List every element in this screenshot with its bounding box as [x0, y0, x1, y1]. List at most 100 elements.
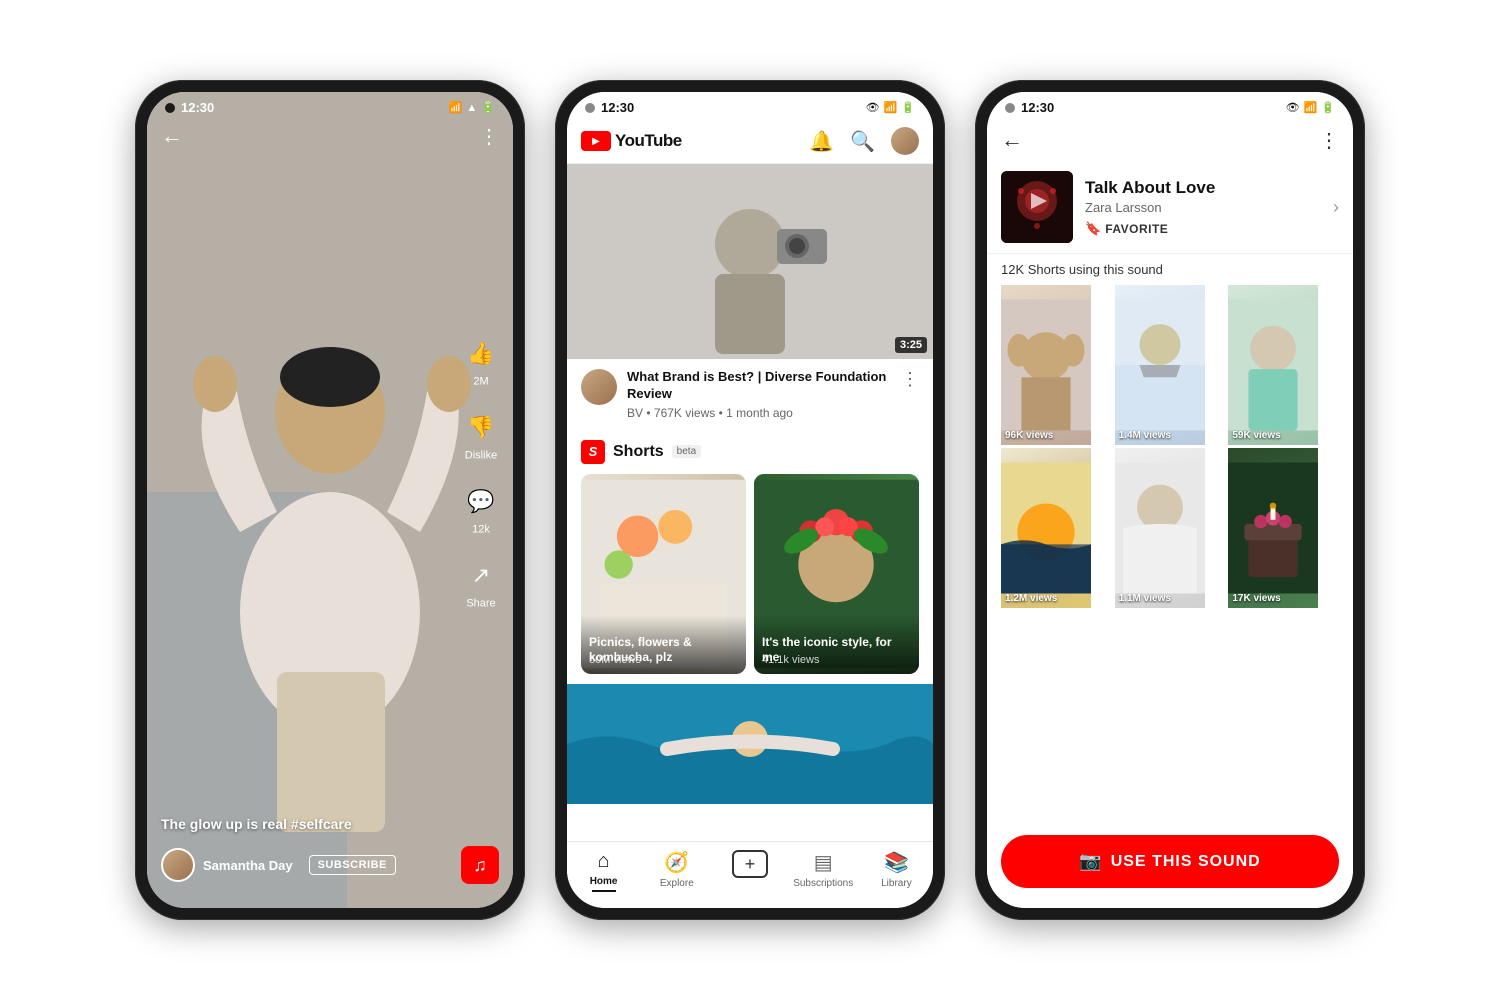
subscriptions-label: Subscriptions: [793, 878, 853, 889]
shorts-bottom: The glow up is real #selfcare Samantha D…: [147, 816, 513, 908]
video-views: 767K views • 1 month ago: [654, 406, 793, 420]
grid-item-1[interactable]: 96K views: [1001, 285, 1091, 445]
swim-video-thumb[interactable]: [567, 684, 933, 804]
avatar-1: [161, 848, 195, 882]
album-art: [1001, 171, 1073, 243]
user-avatar-yt[interactable]: [891, 127, 919, 155]
grid-item-6[interactable]: 17K views: [1228, 448, 1318, 608]
thumbs-down-icon: 👎: [463, 410, 499, 446]
active-indicator: [592, 890, 616, 892]
explore-label: Explore: [660, 878, 694, 889]
subscribe-button[interactable]: SUBSCRIBE: [309, 855, 396, 875]
short-1-views: 50M views: [589, 654, 641, 666]
status-icons-2: 👁 📶 🔋: [866, 101, 915, 114]
nav-explore[interactable]: 🧭 Explore: [640, 850, 713, 892]
share-icon: ↗: [463, 558, 499, 594]
shorts-beta-badge: beta: [672, 445, 701, 458]
eye-icon: 👁: [866, 101, 880, 114]
grid-views-3: 59K views: [1232, 430, 1280, 441]
status-bar-3: 12:30 👁 📶 🔋: [987, 92, 1353, 119]
like-button[interactable]: 👍 2M: [463, 336, 499, 388]
video-more-button[interactable]: ⋮: [901, 369, 919, 390]
wifi-icon-2: 📶: [884, 101, 898, 114]
time-1: 12:30: [181, 100, 214, 115]
battery-icon: 🔋: [481, 101, 495, 114]
back-button[interactable]: ←: [161, 123, 183, 149]
nav-add[interactable]: +: [713, 850, 786, 892]
use-sound-bar: 📷 USE THIS SOUND: [987, 825, 1353, 908]
video-info: What Brand is Best? | Diverse Foundation…: [567, 359, 933, 430]
dislike-button[interactable]: 👎 Dislike: [463, 410, 499, 462]
eye-icon-3: 👁: [1286, 101, 1300, 114]
youtube-header: ▶ YouTube 🔔 🔍: [567, 119, 933, 164]
back-button-3[interactable]: ←: [1001, 127, 1023, 153]
channel-avatar: [581, 369, 617, 405]
more-button-3[interactable]: ⋮: [1319, 128, 1339, 153]
more-button[interactable]: ⋮: [479, 124, 499, 149]
short-thumb-1: Picnics, flowers & kombucha, plz 50M vie…: [581, 474, 746, 674]
share-button[interactable]: ↗ Share: [463, 558, 499, 610]
phone-2: 12:30 👁 📶 🔋 ▶ YouTube 🔔 🔍: [555, 80, 945, 920]
nav-home[interactable]: ⌂ Home: [567, 850, 640, 892]
user-info: Samantha Day SUBSCRIBE: [161, 848, 396, 882]
nav-subscriptions[interactable]: ▤ Subscriptions: [787, 850, 860, 892]
bell-icon[interactable]: 🔔: [809, 129, 834, 154]
youtube-icon: ▶: [581, 131, 611, 151]
shorts-grid: Picnics, flowers & kombucha, plz 50M vie…: [581, 474, 919, 674]
sound-count: 12K Shorts using this sound: [987, 254, 1353, 285]
video-meta: What Brand is Best? | Diverse Foundation…: [627, 369, 891, 420]
library-label: Library: [881, 878, 912, 889]
sound-info: Talk About Love Zara Larsson 🔖 FAVORITE: [1085, 178, 1321, 237]
use-sound-button[interactable]: 📷 USE THIS SOUND: [1001, 835, 1339, 888]
grid-item-4[interactable]: 1.2M views: [1001, 448, 1091, 608]
short-card-2[interactable]: It's the iconic style, for me 41.1k view…: [754, 474, 919, 674]
duration-badge: 3:25: [895, 337, 927, 353]
music-button[interactable]: ♫: [461, 846, 499, 884]
header-icons: 🔔 🔍: [809, 127, 919, 155]
shorts-video-grid: 96K views 1.4M views: [987, 285, 1353, 608]
grid-views-5: 1.1M views: [1119, 593, 1171, 604]
shorts-section: S Shorts beta: [567, 430, 933, 684]
grid-views-6: 17K views: [1232, 593, 1280, 604]
search-icon[interactable]: 🔍: [850, 129, 875, 154]
signal-icon: 📶: [449, 101, 463, 114]
battery-icon-3: 🔋: [1321, 101, 1335, 114]
home-label: Home: [590, 876, 618, 887]
dislike-label: Dislike: [465, 450, 497, 462]
short-card-1[interactable]: Picnics, flowers & kombucha, plz 50M vie…: [581, 474, 746, 674]
caption-text: The glow up is real: [161, 816, 291, 832]
shorts-logo: S: [581, 440, 605, 464]
nav-library[interactable]: 📚 Library: [860, 850, 933, 892]
grid-item-5[interactable]: 1.1M views: [1115, 448, 1205, 608]
username: Samantha Day: [203, 858, 293, 873]
home-icon: ⌂: [598, 850, 610, 873]
battery-icon-2: 🔋: [901, 101, 915, 114]
time-3: 12:30: [1021, 100, 1054, 115]
chevron-right-icon[interactable]: ›: [1333, 197, 1339, 218]
video-stats: BV • 767K views • 1 month ago: [627, 406, 891, 420]
shorts-title: Shorts: [613, 443, 664, 461]
user-row: Samantha Day SUBSCRIBE ♫: [161, 846, 499, 884]
status-icons-1: 📶 ▲ 🔋: [449, 101, 495, 114]
comment-count: 12k: [472, 524, 490, 536]
comment-button[interactable]: 💬 12k: [463, 484, 499, 536]
bottom-nav: ⌂ Home 🧭 Explore + ▤ Subscriptions 📚 Lib…: [567, 841, 933, 908]
video-card-1[interactable]: 3:25 What Brand is Best? | Diverse Found…: [567, 164, 933, 430]
subscriptions-icon: ▤: [814, 850, 833, 875]
status-bar-1: 12:30 📶 ▲ 🔋: [147, 92, 513, 119]
video-meta-text: •: [646, 406, 654, 420]
shorts-label-row: S Shorts beta: [581, 440, 919, 464]
camera-icon-btn: 📷: [1079, 851, 1102, 872]
phone-3: 12:30 👁 📶 🔋 ← ⋮: [975, 80, 1365, 920]
add-button[interactable]: +: [732, 850, 768, 878]
comment-icon: 💬: [463, 484, 499, 520]
video-thumbnail: 3:25: [567, 164, 933, 359]
grid-item-2[interactable]: 1.4M views: [1115, 285, 1205, 445]
status-bar-2: 12:30 👁 📶 🔋: [567, 92, 933, 119]
phone-1: 12:30 📶 ▲ 🔋 ← ⋮ 👍 2M 👎 Dislike �: [135, 80, 525, 920]
grid-item-3[interactable]: 59K views: [1228, 285, 1318, 445]
youtube-logo: ▶ YouTube: [581, 131, 682, 151]
short-thumb-2: It's the iconic style, for me 41.1k view…: [754, 474, 919, 674]
wifi-icon: ▲: [466, 102, 477, 114]
song-title: Talk About Love: [1085, 178, 1321, 198]
